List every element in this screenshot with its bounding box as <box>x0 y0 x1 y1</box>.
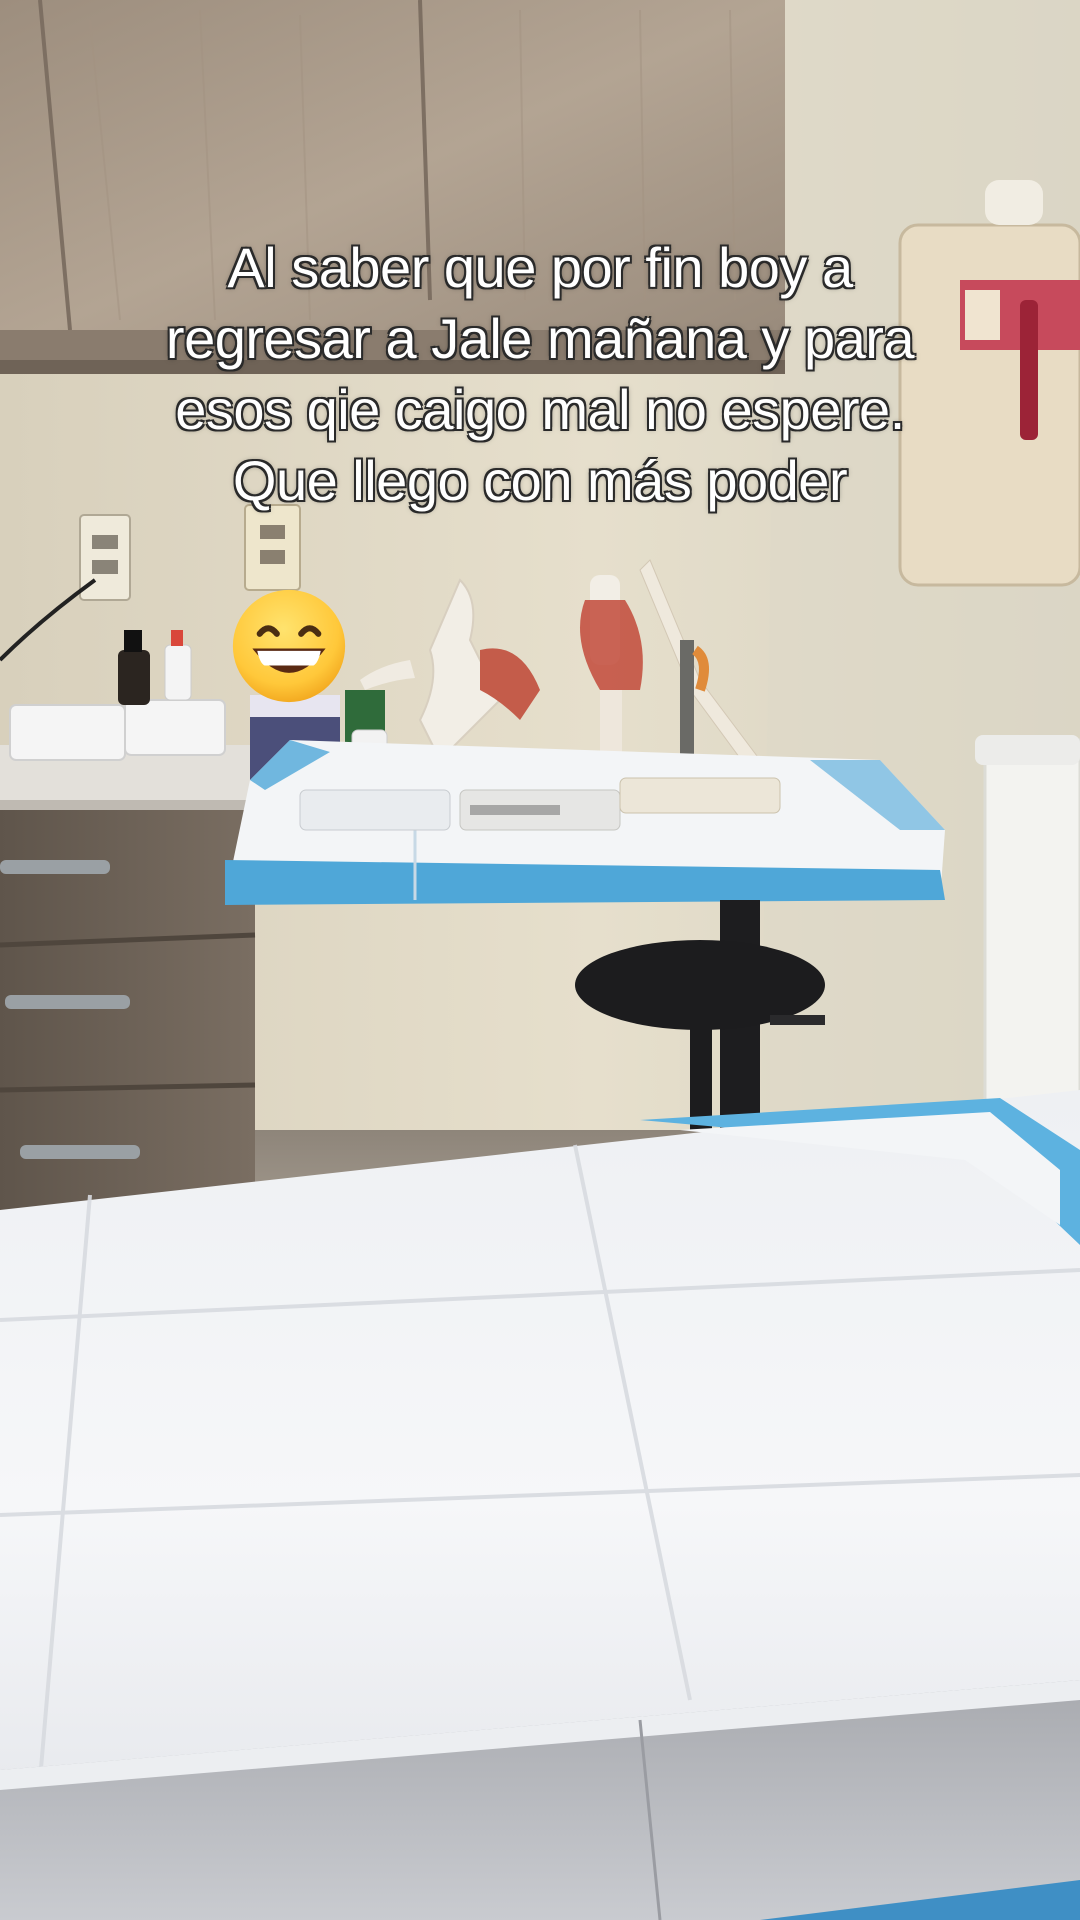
photo-frame: Al saber que por fin boy a regresar a Ja… <box>0 0 1080 1920</box>
grinning-face-emoji-icon <box>232 589 346 703</box>
caption-line: Que llego con más poder <box>232 449 848 512</box>
caption-line: esos qie caigo mal no espere. <box>175 378 905 441</box>
caption-line: regresar a Jale mañana y para <box>165 307 915 370</box>
caption-line: Al saber que por fin boy a <box>227 236 853 299</box>
caption-text: Al saber que por fin boy a regresar a Ja… <box>40 232 1040 516</box>
